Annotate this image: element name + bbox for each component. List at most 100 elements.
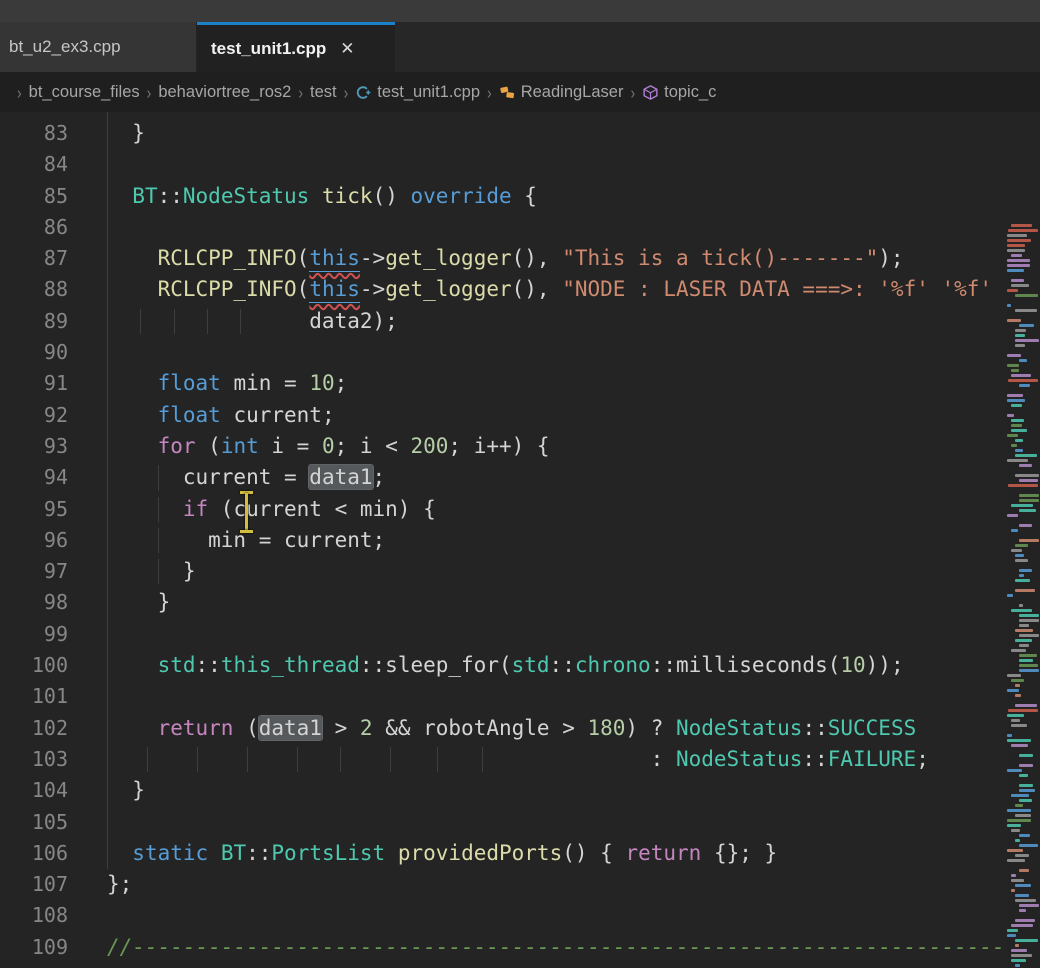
indent-guide — [147, 747, 148, 772]
minimap-line — [1007, 824, 1021, 827]
minimap-line — [1007, 809, 1031, 812]
code-line[interactable]: 86 — [0, 212, 1007, 243]
code-text — [107, 681, 1007, 712]
indent-guide — [158, 465, 159, 490]
mouse-ibeam-cursor — [239, 491, 254, 533]
minimap-line — [1011, 224, 1032, 227]
minimap[interactable] — [1007, 224, 1040, 968]
tab-test-unit1[interactable]: test_unit1.cpp ✕ — [197, 22, 395, 72]
minimap-line — [1007, 414, 1014, 417]
minimap-line — [1007, 399, 1025, 402]
minimap-line — [1019, 494, 1039, 497]
minimap-line — [1019, 774, 1028, 777]
line-number: 95 — [0, 494, 68, 525]
minimap-line — [1011, 254, 1022, 257]
line-number: 85 — [0, 181, 68, 212]
code-line[interactable]: 95 if (current < min) { — [0, 494, 1007, 525]
code-line[interactable]: 84 — [0, 149, 1007, 180]
code-line[interactable]: 101 — [0, 681, 1007, 712]
breadcrumb-item-test-unit1-cpp[interactable]: test_unit1.cpp — [355, 83, 480, 102]
code-text — [107, 337, 1007, 368]
minimap-line — [1011, 529, 1018, 532]
minimap-line — [1011, 924, 1033, 927]
breadcrumb-item-behaviortree-ros2[interactable]: behaviortree_ros2 — [158, 83, 291, 102]
minimap-line — [1011, 419, 1024, 422]
minimap-line — [1011, 549, 1022, 552]
code-line[interactable]: 103 : NodeStatus::FAILURE; — [0, 744, 1007, 775]
code-line[interactable]: 105 — [0, 807, 1007, 838]
code-line[interactable]: 106 static BT::PortsList providedPorts()… — [0, 838, 1007, 869]
code-text: data2); — [107, 306, 1007, 337]
code-line[interactable]: 83 } — [0, 118, 1007, 149]
minimap-line — [1019, 834, 1030, 837]
code-line[interactable]: 98 } — [0, 587, 1007, 618]
minimap-line — [1019, 464, 1032, 467]
minimap-line — [1019, 624, 1029, 627]
code-line[interactable]: 88 RCLCPP_INFO(this->get_logger(), "NODE… — [0, 274, 1007, 305]
indent-guide — [390, 747, 391, 772]
line-number: 96 — [0, 525, 68, 556]
code-line[interactable]: 87 RCLCPP_INFO(this->get_logger(), "This… — [0, 243, 1007, 274]
code-line[interactable]: 108 — [0, 900, 1007, 931]
indent-guide — [240, 309, 241, 334]
tab-bt-u2-ex3[interactable]: bt_u2_ex3.cpp — [0, 22, 197, 72]
breadcrumb-item-topic-c[interactable]: topic_c — [642, 83, 716, 102]
code-text: } — [107, 587, 1007, 618]
breadcrumb-item-test[interactable]: test — [310, 83, 337, 102]
code-line[interactable]: 104 } — [0, 775, 1007, 806]
code-line[interactable]: 107}; — [0, 869, 1007, 900]
code-line[interactable]: 109//-----------------------------------… — [0, 932, 1007, 963]
minimap-line — [1007, 714, 1024, 717]
minimap-line — [1007, 239, 1031, 242]
breadcrumb-item-readinglaser[interactable]: ReadingLaser — [499, 83, 624, 102]
minimap-line — [1019, 644, 1029, 647]
code-line[interactable]: 97 } — [0, 556, 1007, 587]
code-line[interactable]: 102 return (data1 > 2 && robotAngle > 18… — [0, 713, 1007, 744]
minimap-line — [1015, 339, 1039, 342]
minimap-line — [1011, 724, 1027, 727]
line-number: 98 — [0, 587, 68, 618]
code-editor[interactable]: 83 }8485 BT::NodeStatus tick() override … — [0, 112, 1040, 968]
minimap-line — [1019, 869, 1029, 872]
code-line[interactable]: 90 — [0, 337, 1007, 368]
line-number: 84 — [0, 149, 68, 180]
minimap-line — [1011, 504, 1033, 507]
minimap-line — [1008, 484, 1038, 487]
minimap-line — [1007, 859, 1025, 862]
minimap-line — [1007, 269, 1024, 272]
code-line[interactable]: 93 for (int i = 0; i < 200; i++) { — [0, 431, 1007, 462]
line-number: 108 — [0, 900, 68, 931]
minimap-line — [1011, 744, 1028, 747]
minimap-line — [1011, 369, 1019, 372]
code-line[interactable]: 91 float min = 10; — [0, 368, 1007, 399]
indent-guide — [158, 559, 159, 584]
minimap-line — [1007, 434, 1018, 437]
minimap-line — [1015, 814, 1031, 817]
tab-bar: bt_u2_ex3.cpp test_unit1.cpp ✕ — [0, 22, 1040, 72]
code-line[interactable]: 99 — [0, 619, 1007, 650]
code-text: RCLCPP_INFO(this->get_logger(), "NODE : … — [107, 274, 1007, 305]
minimap-line — [1011, 649, 1026, 652]
code-text — [107, 807, 1007, 838]
minimap-line — [1019, 659, 1033, 662]
minimap-line — [1011, 424, 1022, 427]
breadcrumb-item-bt-course-files[interactable]: bt_course_files — [29, 83, 140, 102]
code-text: float current; — [107, 400, 1007, 431]
minimap-line — [1007, 289, 1018, 292]
line-number: 97 — [0, 556, 68, 587]
minimap-line — [1015, 474, 1039, 477]
code-line[interactable]: 94 current = data1; — [0, 462, 1007, 493]
close-icon[interactable]: ✕ — [340, 40, 354, 57]
code-line[interactable]: 96 min = current; — [0, 525, 1007, 556]
code-text — [107, 149, 1007, 180]
code-line[interactable]: 85 BT::NodeStatus tick() override { — [0, 181, 1007, 212]
minimap-line — [1019, 844, 1038, 847]
code-line[interactable]: 100 std::this_thread::sleep_for(std::chr… — [0, 650, 1007, 681]
minimap-line — [1019, 539, 1039, 542]
line-number: 109 — [0, 932, 68, 963]
minimap-line — [1019, 664, 1038, 667]
code-line[interactable]: 89 data2); — [0, 306, 1007, 337]
minimap-line — [1015, 329, 1026, 332]
code-line[interactable]: 92 float current; — [0, 400, 1007, 431]
line-number: 102 — [0, 713, 68, 744]
